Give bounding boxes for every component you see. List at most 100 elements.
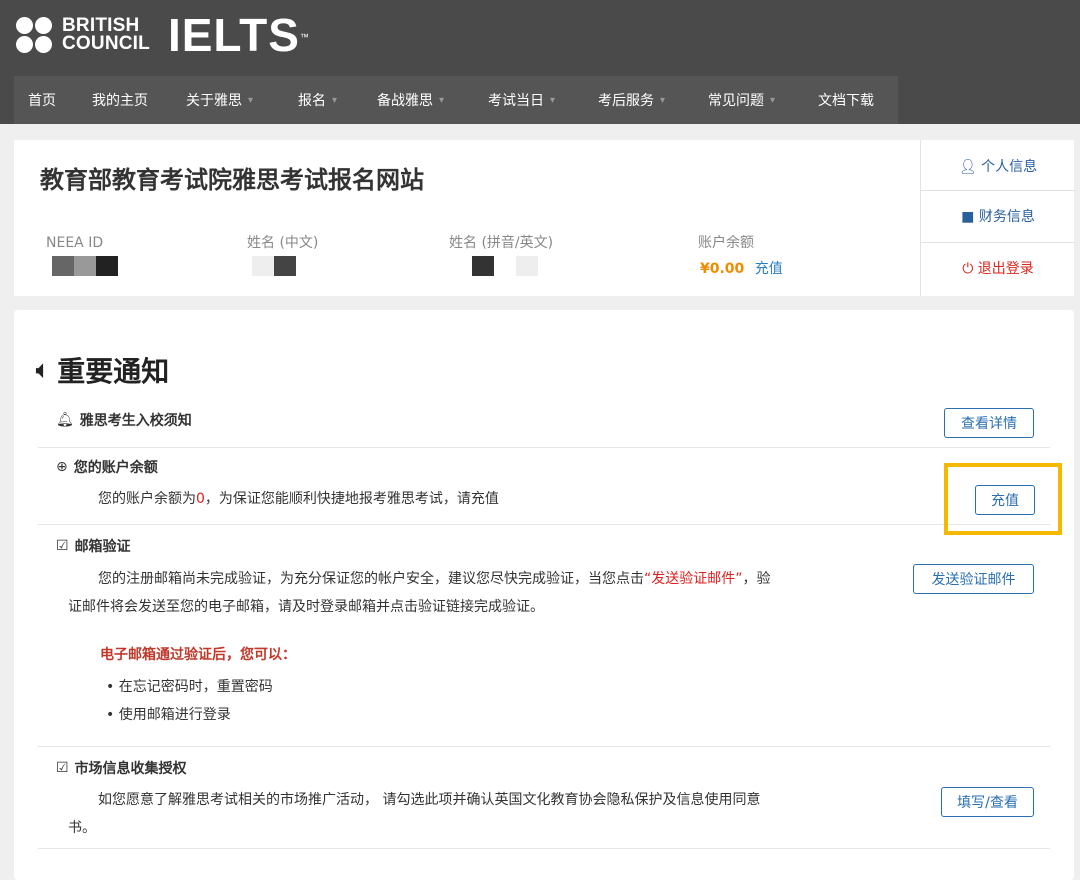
nav-item-my-home[interactable]: 我的主页 xyxy=(92,76,148,124)
nav-label: 关于雅思 xyxy=(186,93,242,109)
divider xyxy=(38,848,1050,849)
power-icon: ⏻ xyxy=(962,261,974,277)
account-side-panel: 👤︎ 个人信息 ■ 财务信息 ⏻ 退出登录 xyxy=(920,140,1075,296)
nav-label: 考后服务 xyxy=(598,93,654,109)
chevron-down-icon: ▾ xyxy=(439,94,445,106)
send-verification-email-button[interactable]: 发送验证邮件 xyxy=(913,564,1034,594)
notice-heading-text: 市场信息收集授权 xyxy=(74,761,187,777)
text-part: ，为保证您能顺利快捷地报考雅思考试，请充值 xyxy=(204,491,499,507)
checkbox-icon: ☑ xyxy=(56,760,69,776)
text-part: 您的账户余额为 xyxy=(98,491,196,507)
notice-school-entry: 🔔︎ 雅思考生入校须知 xyxy=(56,410,192,430)
balance-label: 账户余额 xyxy=(698,232,754,252)
nav-item-downloads[interactable]: 文档下载 xyxy=(818,76,874,124)
notice-marketing-consent: ☑ 市场信息收集授权 xyxy=(56,758,187,778)
name-cn-label: 姓名 (中文) xyxy=(247,232,318,252)
user-icon: 👤︎ xyxy=(958,159,977,175)
notice-heading-text: 您的账户余额 xyxy=(73,460,158,476)
text-part: 您的注册邮箱尚未完成验证，为充分保证您的帐户安全，建议您尽快完成验证，当您点击 xyxy=(98,571,644,587)
profile-card: 教育部教育考试院雅思考试报名网站 NEEA ID 姓名 (中文) 姓名 (拼音/… xyxy=(14,140,1075,296)
notices-heading: 🔈︎ 重要通知 xyxy=(36,350,169,390)
nav-item-test-day[interactable]: 考试当日 ▾ xyxy=(488,76,555,124)
nav-label: 报名 xyxy=(298,93,326,109)
fill-view-button[interactable]: 填写/查看 xyxy=(941,787,1034,817)
balance-zero: 0 xyxy=(196,491,205,507)
bullet-text: 在忘记密码时，重置密码 xyxy=(118,679,273,695)
list-item: • 在忘记密码时，重置密码 xyxy=(106,679,273,695)
nav-item-about-ielts[interactable]: 关于雅思 ▾ xyxy=(186,76,253,124)
link-label: 退出登录 xyxy=(977,261,1034,277)
neea-id-label: NEEA ID xyxy=(46,232,103,251)
chevron-down-icon: ▾ xyxy=(248,94,254,106)
name-cn-redacted xyxy=(252,256,296,276)
ielts-logo: IELTS ™ xyxy=(167,9,309,61)
list-item: • 使用邮箱进行登录 xyxy=(106,707,231,723)
trademark: ™ xyxy=(299,32,310,42)
checkbox-icon: ☑ xyxy=(56,538,69,554)
divider xyxy=(921,190,1075,191)
notice-heading-text: 邮箱验证 xyxy=(74,539,131,555)
nav-label: 备战雅思 xyxy=(377,93,433,109)
link-label: 财务信息 xyxy=(978,209,1035,225)
divider xyxy=(38,447,1050,448)
nav-label: 常见问题 xyxy=(708,93,764,109)
marketing-notice-line1: 如您愿意了解雅思考试相关的市场推广活动， 请勾选此项并确认英国文化教育协会隐私保… xyxy=(98,792,761,808)
nav-item-after-test[interactable]: 考后服务 ▾ xyxy=(598,76,665,124)
recharge-link[interactable]: 充值 xyxy=(755,261,783,277)
ielts-wordmark: IELTS xyxy=(167,9,300,61)
main-nav: 首页 我的主页 关于雅思 ▾ 报名 ▾ 备战雅思 ▾ 考试当日 ▾ 考后服务 ▾ 常见问题… xyxy=(14,76,898,124)
speaker-icon: 🔈︎ xyxy=(36,357,50,383)
balance-amount: ¥0.00 xyxy=(700,261,745,277)
marketing-notice-line2: 书。 xyxy=(68,820,96,836)
nav-label: 考试当日 xyxy=(488,93,544,109)
brand-line2: COUNCIL xyxy=(62,33,150,54)
notice-heading-text: 雅思考生入校须知 xyxy=(79,413,192,429)
label-text: NEEA ID xyxy=(46,235,104,251)
nav-label: 文档下载 xyxy=(818,93,874,109)
chevron-down-icon: ▾ xyxy=(660,94,666,106)
chevron-down-icon: ▾ xyxy=(770,94,776,106)
neea-id-redacted xyxy=(52,256,118,276)
nav-item-prepare[interactable]: 备战雅思 ▾ xyxy=(377,76,444,124)
divider xyxy=(921,242,1075,243)
nav-item-faq[interactable]: 常见问题 ▾ xyxy=(708,76,775,124)
nav-label: 首页 xyxy=(28,93,56,109)
chevron-down-icon: ▾ xyxy=(550,94,556,106)
view-details-button[interactable]: 查看详情 xyxy=(944,408,1034,438)
finance-info-link[interactable]: ■ 财务信息 xyxy=(921,206,1075,226)
divider xyxy=(38,746,1050,747)
highlight-annotation-box xyxy=(944,463,1062,535)
plus-circle-icon: ⊕ xyxy=(56,459,68,475)
name-en-label: 姓名 (拼音/英文) xyxy=(449,232,553,252)
notice-email-verification: ☑ 邮箱验证 xyxy=(56,536,131,556)
bell-icon: 🔔︎ xyxy=(56,412,74,428)
label-text: 账户余额 xyxy=(698,235,754,251)
personal-info-link[interactable]: 👤︎ 个人信息 xyxy=(921,156,1075,176)
account-balance: ¥0.00 充值 xyxy=(700,258,783,278)
brand-text: BRITISH COUNCIL xyxy=(62,16,150,54)
label-text: 姓名 (拼音/英文) xyxy=(449,235,554,251)
chevron-down-icon: ▾ xyxy=(332,94,338,106)
email-notice-line2: 证邮件将会发送至您的电子邮箱，请及时登录邮箱并点击验证链接完成验证。 xyxy=(68,599,544,615)
text-part: ，验 xyxy=(742,571,771,587)
briefcase-icon: ■ xyxy=(961,209,975,225)
nav-item-register[interactable]: 报名 ▾ xyxy=(298,76,337,124)
page-title: 教育部教育考试院雅思考试报名网站 xyxy=(40,166,424,194)
logout-link[interactable]: ⏻ 退出登录 xyxy=(921,258,1075,278)
link-label: 个人信息 xyxy=(981,159,1038,175)
email-benefits-note: 电子邮箱通过验证后，您可以： xyxy=(100,647,296,663)
divider xyxy=(38,524,1050,525)
notice-account-balance: ⊕ 您的账户余额 xyxy=(56,457,158,477)
nav-item-home[interactable]: 首页 xyxy=(28,76,56,124)
british-council-dots-icon xyxy=(16,15,56,55)
british-council-logo[interactable]: BRITISH COUNCIL IELTS ™ xyxy=(16,9,309,61)
balance-notice-text: 您的账户余额为0，为保证您能顺利快捷地报考雅思考试，请充值 xyxy=(98,485,499,513)
nav-label: 我的主页 xyxy=(92,93,148,109)
notices-panel: 🔈︎ 重要通知 🔔︎ 雅思考生入校须知 查看详情 ⊕ 您的账户余额 您的账户余额… xyxy=(14,310,1074,880)
bullet-text: 使用邮箱进行登录 xyxy=(118,707,231,723)
site-header: BRITISH COUNCIL IELTS ™ 首页 我的主页 关于雅思 ▾ 报名 ▾… xyxy=(0,0,1080,124)
name-en-redacted xyxy=(472,256,538,276)
heading-text: 重要通知 xyxy=(57,355,170,388)
email-notice-line1: 您的注册邮箱尚未完成验证，为充分保证您的帐户安全，建议您尽快完成验证，当您点击“… xyxy=(98,565,771,593)
label-text: 姓名 (中文) xyxy=(247,235,319,251)
